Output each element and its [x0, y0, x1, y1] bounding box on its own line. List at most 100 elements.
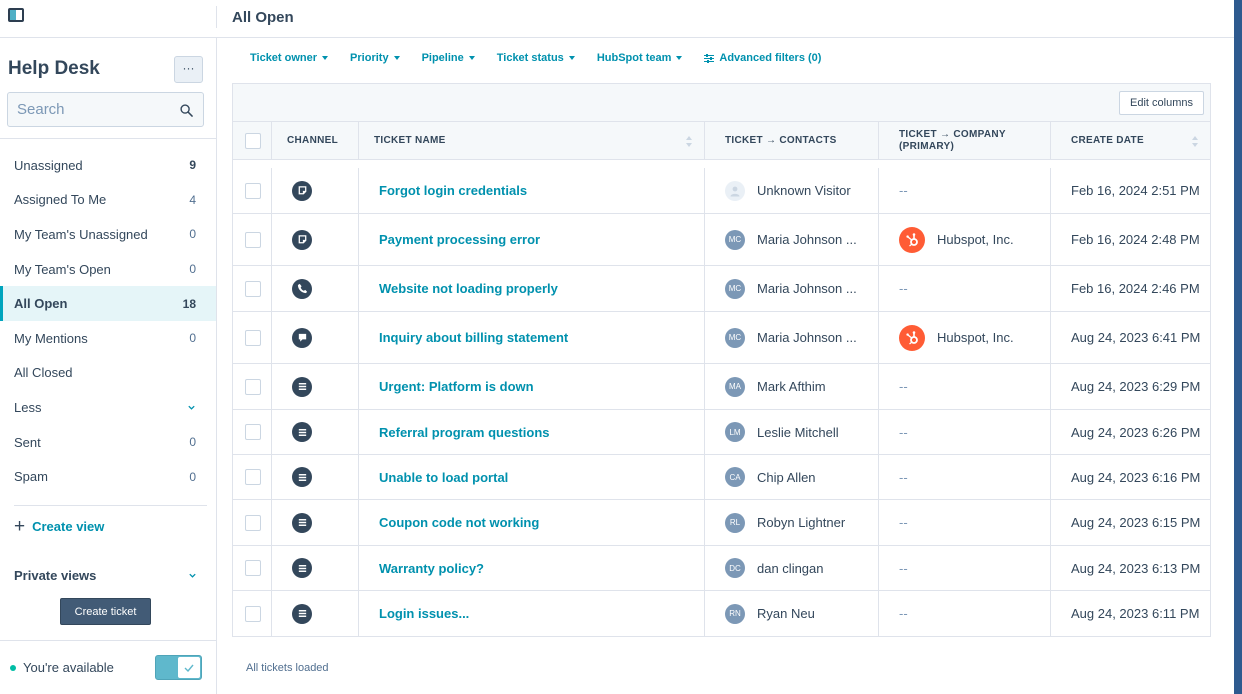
company-cell: Hubspot, Inc.: [879, 312, 1051, 363]
company-name[interactable]: Hubspot, Inc.: [937, 330, 1014, 345]
ticket-name-link[interactable]: Warranty policy?: [379, 561, 484, 576]
column-header-label: CREATE DATE: [1071, 135, 1144, 146]
filter-sliders-icon: [704, 53, 715, 63]
select-all-checkbox[interactable]: [245, 133, 261, 149]
contact-name[interactable]: Leslie Mitchell: [757, 425, 839, 440]
column-header-channel[interactable]: CHANNEL: [272, 122, 359, 160]
table-row[interactable]: Login issues... RN Ryan Neu -- Aug 24, 2023 …: [233, 591, 1210, 636]
company-cell: --: [879, 266, 1051, 311]
sidebar-item-sent[interactable]: Sent 0: [0, 425, 216, 460]
ticket-name-cell: Website not loading properly: [359, 266, 705, 311]
row-select-cell: [233, 168, 272, 213]
ticket-name-link[interactable]: Payment processing error: [379, 232, 540, 247]
row-checkbox[interactable]: [245, 605, 261, 622]
channel-cell: [272, 500, 359, 545]
sidebar-toggle-icon[interactable]: [8, 8, 24, 22]
chevron-down-icon: [188, 405, 195, 410]
more-options-button[interactable]: ···: [174, 56, 203, 83]
sort-icon[interactable]: [1192, 136, 1198, 147]
filter-label: Ticket owner: [250, 52, 318, 64]
contact-name[interactable]: Maria Johnson ...: [757, 232, 857, 247]
row-checkbox[interactable]: [245, 560, 261, 576]
hubspot-logo-icon: [899, 324, 925, 351]
table-row[interactable]: Inquiry about billing statement MC Maria J…: [233, 312, 1210, 364]
contact-name[interactable]: Maria Johnson ...: [757, 330, 857, 345]
column-header-contacts[interactable]: TICKET → CONTACTS: [705, 122, 879, 160]
caret-down-icon: [676, 56, 683, 60]
table-row[interactable]: Urgent: Platform is down MA Mark Afthim -- A…: [233, 364, 1210, 410]
company-name: --: [899, 424, 908, 440]
search-icon[interactable]: [180, 104, 193, 117]
ticket-name-link[interactable]: Coupon code not working: [379, 515, 539, 530]
private-views-toggle[interactable]: Private views: [14, 568, 197, 583]
sidebar-item-my-mentions[interactable]: My Mentions 0: [0, 321, 216, 356]
sidebar-item-spam[interactable]: Spam 0: [0, 459, 216, 494]
row-checkbox[interactable]: [245, 424, 261, 440]
sidebar-item-unassigned[interactable]: Unassigned 9: [0, 148, 216, 183]
ticket-name-link[interactable]: Login issues...: [379, 606, 469, 621]
create-date-cell: Aug 24, 2023 6:16 PM: [1071, 469, 1201, 485]
ticket-name-link[interactable]: Unable to load portal: [379, 470, 508, 485]
filter-hubspot-team[interactable]: HubSpot team: [597, 52, 683, 64]
list-icon: [292, 422, 312, 442]
table-row[interactable]: Coupon code not working RL Robyn Lightner -…: [233, 500, 1210, 546]
row-checkbox[interactable]: [245, 182, 261, 199]
edit-columns-button[interactable]: Edit columns: [1119, 91, 1204, 115]
column-header-company[interactable]: TICKET → COMPANY (PRIMARY): [879, 122, 1051, 160]
sidebar-item-my-team-s-unassigned[interactable]: My Team's Unassigned 0: [0, 217, 216, 252]
contact-name[interactable]: Unknown Visitor: [757, 183, 851, 198]
table-row[interactable]: Warranty policy? DC dan clingan -- Aug 24, 2…: [233, 546, 1210, 591]
tickets-table: Edit columns CHANNEL TICKET NAME TICKET …: [232, 83, 1211, 637]
ticket-name-link[interactable]: Referral program questions: [379, 425, 550, 440]
filter-ticket-status[interactable]: Ticket status: [497, 52, 575, 64]
channel-cell: [272, 546, 359, 590]
row-checkbox[interactable]: [245, 378, 261, 395]
hubspot-logo-icon: [899, 226, 925, 253]
filter-ticket-owner[interactable]: Ticket owner: [250, 52, 329, 64]
contact-name[interactable]: dan clingan: [757, 561, 824, 576]
phone-icon: [292, 278, 312, 299]
sidebar-item-my-team-s-open[interactable]: My Team's Open 0: [0, 252, 216, 287]
search-box: [7, 92, 204, 127]
contact-name[interactable]: Chip Allen: [757, 470, 816, 485]
sort-icon[interactable]: [686, 136, 692, 147]
channel-cell: [272, 364, 359, 409]
sidebar-item-assigned-to-me[interactable]: Assigned To Me 4: [0, 183, 216, 218]
row-checkbox[interactable]: [245, 469, 261, 485]
company-cell: --: [879, 410, 1051, 454]
ticket-name-link[interactable]: Website not loading properly: [379, 281, 558, 296]
row-checkbox[interactable]: [245, 514, 261, 531]
ticket-name-link[interactable]: Forgot login credentials: [379, 183, 527, 198]
row-checkbox[interactable]: [245, 231, 261, 248]
sidebar-item-less[interactable]: Less: [0, 390, 216, 425]
ticket-name-link[interactable]: Urgent: Platform is down: [379, 379, 534, 394]
table-row[interactable]: Referral program questions LM Leslie Mitch…: [233, 410, 1210, 455]
availability-toggle[interactable]: [155, 655, 202, 680]
contact-name[interactable]: Robyn Lightner: [757, 515, 845, 530]
ticket-name-cell: Login issues...: [359, 591, 705, 636]
contact-name[interactable]: Ryan Neu: [757, 606, 815, 621]
search-input[interactable]: [8, 93, 168, 126]
sidebar-item-label: Less: [14, 399, 42, 415]
column-header-create-date[interactable]: CREATE DATE: [1051, 122, 1210, 160]
row-checkbox[interactable]: [245, 280, 261, 297]
filter-advanced-filters-0[interactable]: Advanced filters (0): [704, 52, 821, 64]
contact-name[interactable]: Mark Afthim: [757, 379, 826, 394]
company-name[interactable]: Hubspot, Inc.: [937, 232, 1014, 247]
filter-priority[interactable]: Priority: [350, 52, 400, 64]
table-row[interactable]: Website not loading properly MC Maria John…: [233, 266, 1210, 312]
table-row[interactable]: Forgot login credentials Unknown Visitor -…: [233, 168, 1210, 214]
sidebar-item-all-open[interactable]: All Open 18: [0, 286, 216, 321]
row-checkbox[interactable]: [245, 329, 261, 346]
filter-pipeline[interactable]: Pipeline: [422, 52, 475, 64]
sidebar-item-all-closed[interactable]: All Closed: [0, 356, 216, 391]
sidebar-item-count: 9: [189, 158, 196, 173]
table-row[interactable]: Unable to load portal CA Chip Allen -- Aug 2…: [233, 455, 1210, 500]
table-row[interactable]: Payment processing error MC Maria Johnson …: [233, 214, 1210, 266]
ticket-name-link[interactable]: Inquiry about billing statement: [379, 330, 568, 345]
column-header-ticket-name[interactable]: TICKET NAME: [359, 122, 705, 160]
create-date-cell: Feb 16, 2024 2:46 PM: [1071, 281, 1200, 296]
create-ticket-button[interactable]: Create ticket: [60, 598, 151, 625]
contact-name[interactable]: Maria Johnson ...: [757, 281, 857, 296]
create-view-button[interactable]: + Create view: [14, 517, 104, 536]
